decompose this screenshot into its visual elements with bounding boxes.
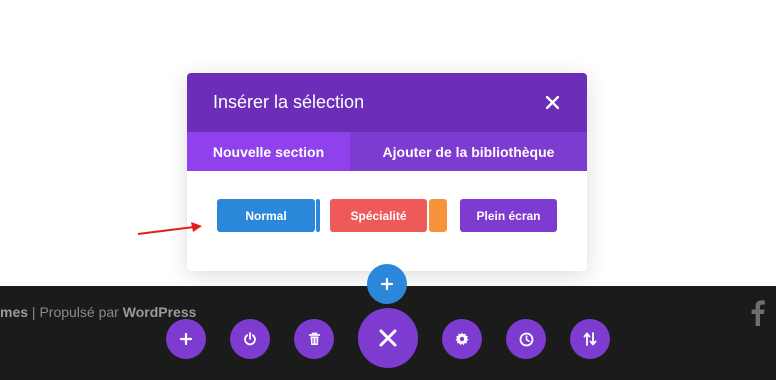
modal-header: Insérer la sélection — [187, 73, 587, 132]
power-icon — [244, 332, 256, 346]
toolbar-settings-button[interactable] — [442, 319, 482, 359]
builder-canvas: Insérer la sélection Nouvelle section Aj… — [0, 0, 776, 380]
gear-icon — [455, 332, 469, 346]
red-arrow-icon — [137, 222, 202, 235]
toolbar-history-button[interactable] — [506, 319, 546, 359]
modal-tabs: Nouvelle section Ajouter de la bibliothè… — [187, 132, 587, 171]
modal-close-button[interactable] — [543, 94, 561, 112]
plus-icon — [180, 333, 192, 345]
normal-section-button[interactable]: Normal — [217, 199, 315, 232]
footer-credit-prefix: mes — [0, 304, 29, 320]
fullwidth-section-button[interactable]: Plein écran — [460, 199, 557, 232]
sort-icon — [583, 332, 597, 346]
toolbar-power-button[interactable] — [230, 319, 270, 359]
footer-credit: mes | Propulsé par WordPress — [0, 304, 196, 320]
footer-separator: | — [31, 304, 36, 320]
toolbar-close-button[interactable] — [358, 308, 418, 368]
tab-new-section[interactable]: Nouvelle section — [187, 132, 350, 171]
modal-title: Insérer la sélection — [213, 92, 365, 112]
tab-add-from-library[interactable]: Ajouter de la bibliothèque — [350, 132, 587, 171]
close-icon — [379, 329, 397, 347]
facebook-icon[interactable] — [748, 300, 768, 326]
toolbar-add-button[interactable] — [166, 319, 206, 359]
normal-section-accent — [316, 199, 320, 232]
close-icon — [545, 96, 559, 109]
specialty-section-button[interactable]: Spécialité — [330, 199, 427, 232]
modal-body: Normal Spécialité Plein écran — [187, 171, 587, 271]
toolbar-delete-button[interactable] — [294, 319, 334, 359]
trash-icon — [308, 332, 320, 345]
specialty-section-accent — [429, 199, 447, 232]
footer-platform-link[interactable]: WordPress — [123, 304, 197, 320]
toolbar-portability-button[interactable] — [570, 319, 610, 359]
history-icon — [519, 332, 533, 346]
insert-section-modal: Insérer la sélection Nouvelle section Aj… — [187, 73, 587, 271]
plus-icon — [381, 278, 393, 290]
add-section-button[interactable] — [367, 264, 407, 304]
footer-powered-by: Propulsé par — [39, 304, 119, 320]
